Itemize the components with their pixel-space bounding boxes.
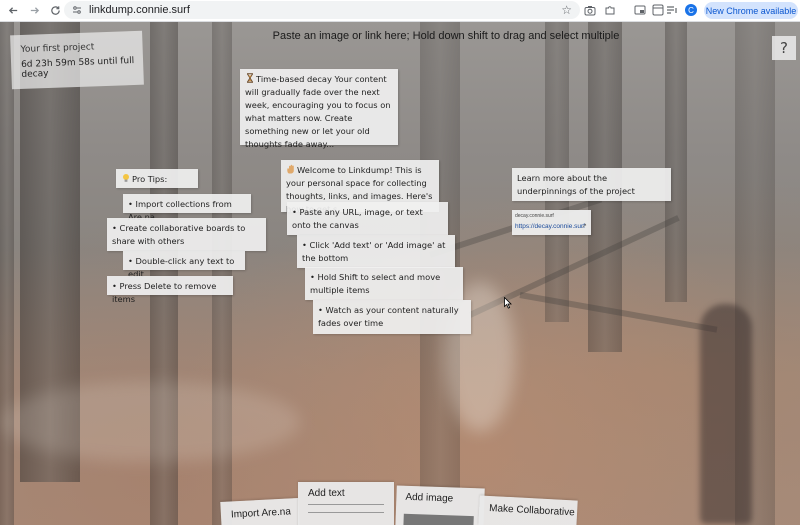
forward-icon[interactable] [26, 3, 42, 19]
image-placeholder-icon [403, 513, 474, 525]
note-collab-boards-text: • Create collaborative boards to share w… [112, 223, 246, 246]
cast-icon[interactable] [633, 3, 647, 17]
note-paste-url-text: • Paste any URL, image, or text onto the… [292, 207, 423, 230]
add-image-button[interactable]: Add image [395, 485, 485, 525]
back-icon[interactable] [5, 3, 21, 19]
mouse-cursor-icon [504, 297, 512, 309]
add-text-label: Add text [308, 488, 345, 499]
import-arena-label: Import Are.na [230, 506, 292, 521]
star-icon[interactable]: ☆ [561, 3, 572, 17]
reload-icon[interactable] [47, 3, 63, 19]
external-link-icon[interactable]: ↗ [581, 222, 587, 230]
text-line-decoration [308, 504, 384, 505]
url-text: linkdump.connie.surf [89, 4, 190, 16]
note-pro-tips[interactable]: Pro Tips: [116, 169, 198, 188]
note-decay[interactable]: Time-based decay Your content will gradu… [240, 69, 398, 149]
link-domain: decay.connie.surf [515, 213, 554, 219]
browser-toolbar: linkdump.connie.surf ☆ C New Chrome avai… [0, 0, 800, 22]
project-info[interactable]: Your first project 6d 23h 59m 58s until … [10, 30, 144, 90]
wave-hand-icon [286, 164, 296, 174]
note-double-click[interactable]: • Double-click any text to edit [123, 251, 245, 279]
help-button[interactable]: ? [772, 36, 796, 60]
note-fade-tip-text: • Watch as your content naturally fades … [318, 305, 459, 328]
note-press-delete[interactable]: • Press Delete to remove items [107, 276, 233, 304]
note-decay-text: Time-based decay Your content will gradu… [245, 74, 391, 149]
make-collaborative-label: Make Collaborative [488, 502, 575, 519]
shadow-silhouette [700, 304, 752, 524]
extensions-icon[interactable] [603, 3, 617, 17]
tune-icon[interactable] [70, 3, 84, 17]
note-learn-more-text: Learn more about the underpinnings of th… [517, 173, 635, 196]
note-add-text-tip-text: • Click 'Add text' or 'Add image' at the… [302, 240, 446, 263]
link-card[interactable]: decay.connie.surf https://decay.connie.s… [512, 210, 591, 235]
note-shift-tip-text: • Hold Shift to select and move multiple… [310, 272, 441, 295]
note-learn-more[interactable]: Learn more about the underpinnings of th… [512, 168, 671, 201]
project-name: Your first project [20, 42, 95, 55]
note-pro-tips-text: Pro Tips: [132, 174, 168, 184]
make-collaborative-button[interactable]: Make Collaborative [478, 495, 578, 525]
tab-search-icon[interactable] [651, 3, 665, 17]
media-icon[interactable] [665, 3, 679, 17]
note-shift-tip[interactable]: • Hold Shift to select and move multiple… [305, 267, 463, 300]
link-url[interactable]: https://decay.connie.surf [515, 223, 585, 230]
linkdump-canvas[interactable]: Paste an image or link here; Hold down s… [0, 22, 800, 525]
lightbulb-icon [121, 173, 131, 183]
hourglass-icon [245, 73, 255, 83]
text-line-decoration [308, 512, 384, 513]
add-image-label: Add image [405, 491, 454, 505]
import-arena-button[interactable]: Import Are.na [220, 497, 300, 525]
note-import-arena[interactable]: • Import collections from Are.na [123, 194, 251, 222]
decay-timer: 6d 23h 59m 58s until full decay [20, 56, 135, 80]
note-paste-url[interactable]: • Paste any URL, image, or text onto the… [287, 202, 448, 235]
note-fade-tip[interactable]: • Watch as your content naturally fades … [313, 300, 471, 334]
update-chrome-button[interactable]: New Chrome available [704, 2, 798, 19]
add-text-button[interactable]: Add text [298, 482, 394, 525]
camera-icon[interactable] [583, 3, 597, 17]
note-add-text-tip[interactable]: • Click 'Add text' or 'Add image' at the… [297, 235, 455, 268]
address-bar[interactable]: linkdump.connie.surf ☆ [64, 1, 580, 19]
avatar[interactable]: C [685, 4, 697, 16]
note-collab-boards[interactable]: • Create collaborative boards to share w… [107, 218, 266, 251]
